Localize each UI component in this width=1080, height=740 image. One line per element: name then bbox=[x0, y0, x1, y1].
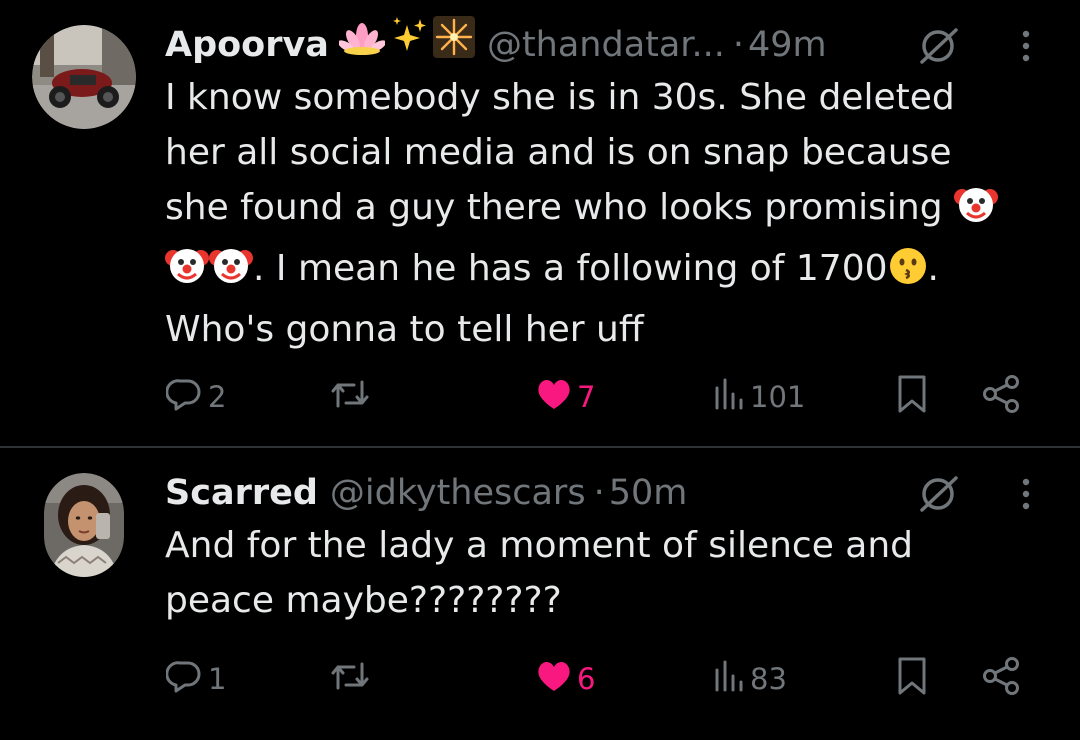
tweet[interactable]: Scarred @idkythescars · 50m And for the … bbox=[0, 448, 1080, 740]
tweet[interactable]: Apoorva @thandatar... · 49m I know someb… bbox=[0, 0, 1080, 448]
reply-button[interactable]: 1 bbox=[165, 654, 227, 704]
clown-face-emoji-icon bbox=[954, 181, 999, 241]
bookmark-icon bbox=[894, 656, 930, 703]
tweet-text-segment: she found a guy there who looks promisin… bbox=[165, 187, 943, 228]
tweet-text: I know somebody she is in 30s. She delet… bbox=[165, 70, 1045, 357]
like-count: 7 bbox=[577, 380, 596, 414]
sparkles-icon bbox=[389, 17, 429, 73]
tweet-text-line: her all social media and is on snap beca… bbox=[165, 132, 952, 173]
author-handle[interactable]: @thandatar... bbox=[487, 18, 725, 72]
author-name[interactable]: Apoorva bbox=[165, 18, 329, 72]
retweet-button[interactable] bbox=[330, 372, 370, 422]
heart-icon bbox=[535, 377, 573, 418]
bookmark-button[interactable] bbox=[894, 654, 930, 704]
like-count: 6 bbox=[577, 662, 596, 696]
reply-button[interactable]: 2 bbox=[165, 372, 227, 422]
tweet-text: And for the lady a moment of silence and… bbox=[165, 518, 1045, 628]
like-button[interactable]: 7 bbox=[535, 372, 595, 422]
retweet-icon bbox=[330, 376, 370, 419]
heart-icon bbox=[535, 659, 573, 700]
reply-count: 1 bbox=[208, 662, 227, 696]
views-button[interactable]: 101 bbox=[712, 372, 805, 422]
views-count: 101 bbox=[750, 380, 806, 414]
separator-dot: · bbox=[732, 25, 745, 65]
separator-dot: · bbox=[593, 473, 605, 513]
more-icon[interactable] bbox=[1016, 28, 1036, 70]
bookmark-icon bbox=[894, 374, 930, 421]
lotus-icon bbox=[337, 18, 386, 72]
tweet-text-line: she found a guy there who looks promisin… bbox=[165, 180, 1045, 241]
grok-icon[interactable] bbox=[916, 474, 962, 518]
clown-face-emoji-icon bbox=[209, 242, 253, 302]
views-count: 83 bbox=[750, 662, 787, 696]
kissing-face-emoji-icon bbox=[888, 246, 928, 302]
views-button[interactable]: 83 bbox=[712, 654, 787, 704]
author-handle[interactable]: @idkythescars bbox=[330, 466, 586, 520]
views-icon bbox=[712, 376, 748, 419]
tweet-header: Apoorva @thandatar... · 49m bbox=[165, 16, 827, 74]
share-button[interactable] bbox=[980, 372, 1022, 422]
avatar[interactable] bbox=[44, 473, 124, 577]
reply-count: 2 bbox=[208, 380, 227, 414]
tweet-text-line: peace maybe???????? bbox=[165, 580, 562, 621]
tweet-header: Scarred @idkythescars · 50m bbox=[165, 466, 687, 520]
more-icon[interactable] bbox=[1016, 476, 1036, 518]
retweet-button[interactable] bbox=[330, 654, 370, 704]
share-icon bbox=[980, 656, 1022, 703]
tweet-actions: 1 6 83 bbox=[0, 654, 1080, 704]
grok-icon[interactable] bbox=[916, 26, 962, 70]
sparkler-icon bbox=[432, 16, 475, 74]
tweet-actions: 2 7 101 bbox=[0, 372, 1080, 422]
retweet-icon bbox=[330, 658, 370, 701]
tweet-text-line: I know somebody she is in 30s. She delet… bbox=[165, 77, 955, 118]
bookmark-button[interactable] bbox=[894, 372, 930, 422]
tweet-text-line: Who's gonna to tell her uff bbox=[165, 309, 644, 350]
timestamp[interactable]: 50m bbox=[609, 466, 688, 520]
avatar[interactable] bbox=[32, 25, 136, 129]
tweet-text-segment: . bbox=[927, 248, 939, 289]
tweet-text-segment: . I mean he has a following of 1700 bbox=[253, 248, 888, 289]
author-name[interactable]: Scarred bbox=[165, 466, 318, 520]
reply-icon bbox=[165, 376, 202, 419]
like-button[interactable]: 6 bbox=[535, 654, 595, 704]
name-emojis bbox=[337, 16, 475, 74]
reply-icon bbox=[165, 658, 202, 701]
timestamp[interactable]: 49m bbox=[748, 18, 827, 72]
share-icon bbox=[980, 374, 1022, 421]
tweet-text-line: . I mean he has a following of 1700 . bbox=[165, 241, 1045, 302]
share-button[interactable] bbox=[980, 654, 1022, 704]
tweet-text-line: And for the lady a moment of silence and bbox=[165, 525, 914, 566]
clown-face-emoji-icon bbox=[165, 242, 209, 302]
views-icon bbox=[712, 658, 748, 701]
